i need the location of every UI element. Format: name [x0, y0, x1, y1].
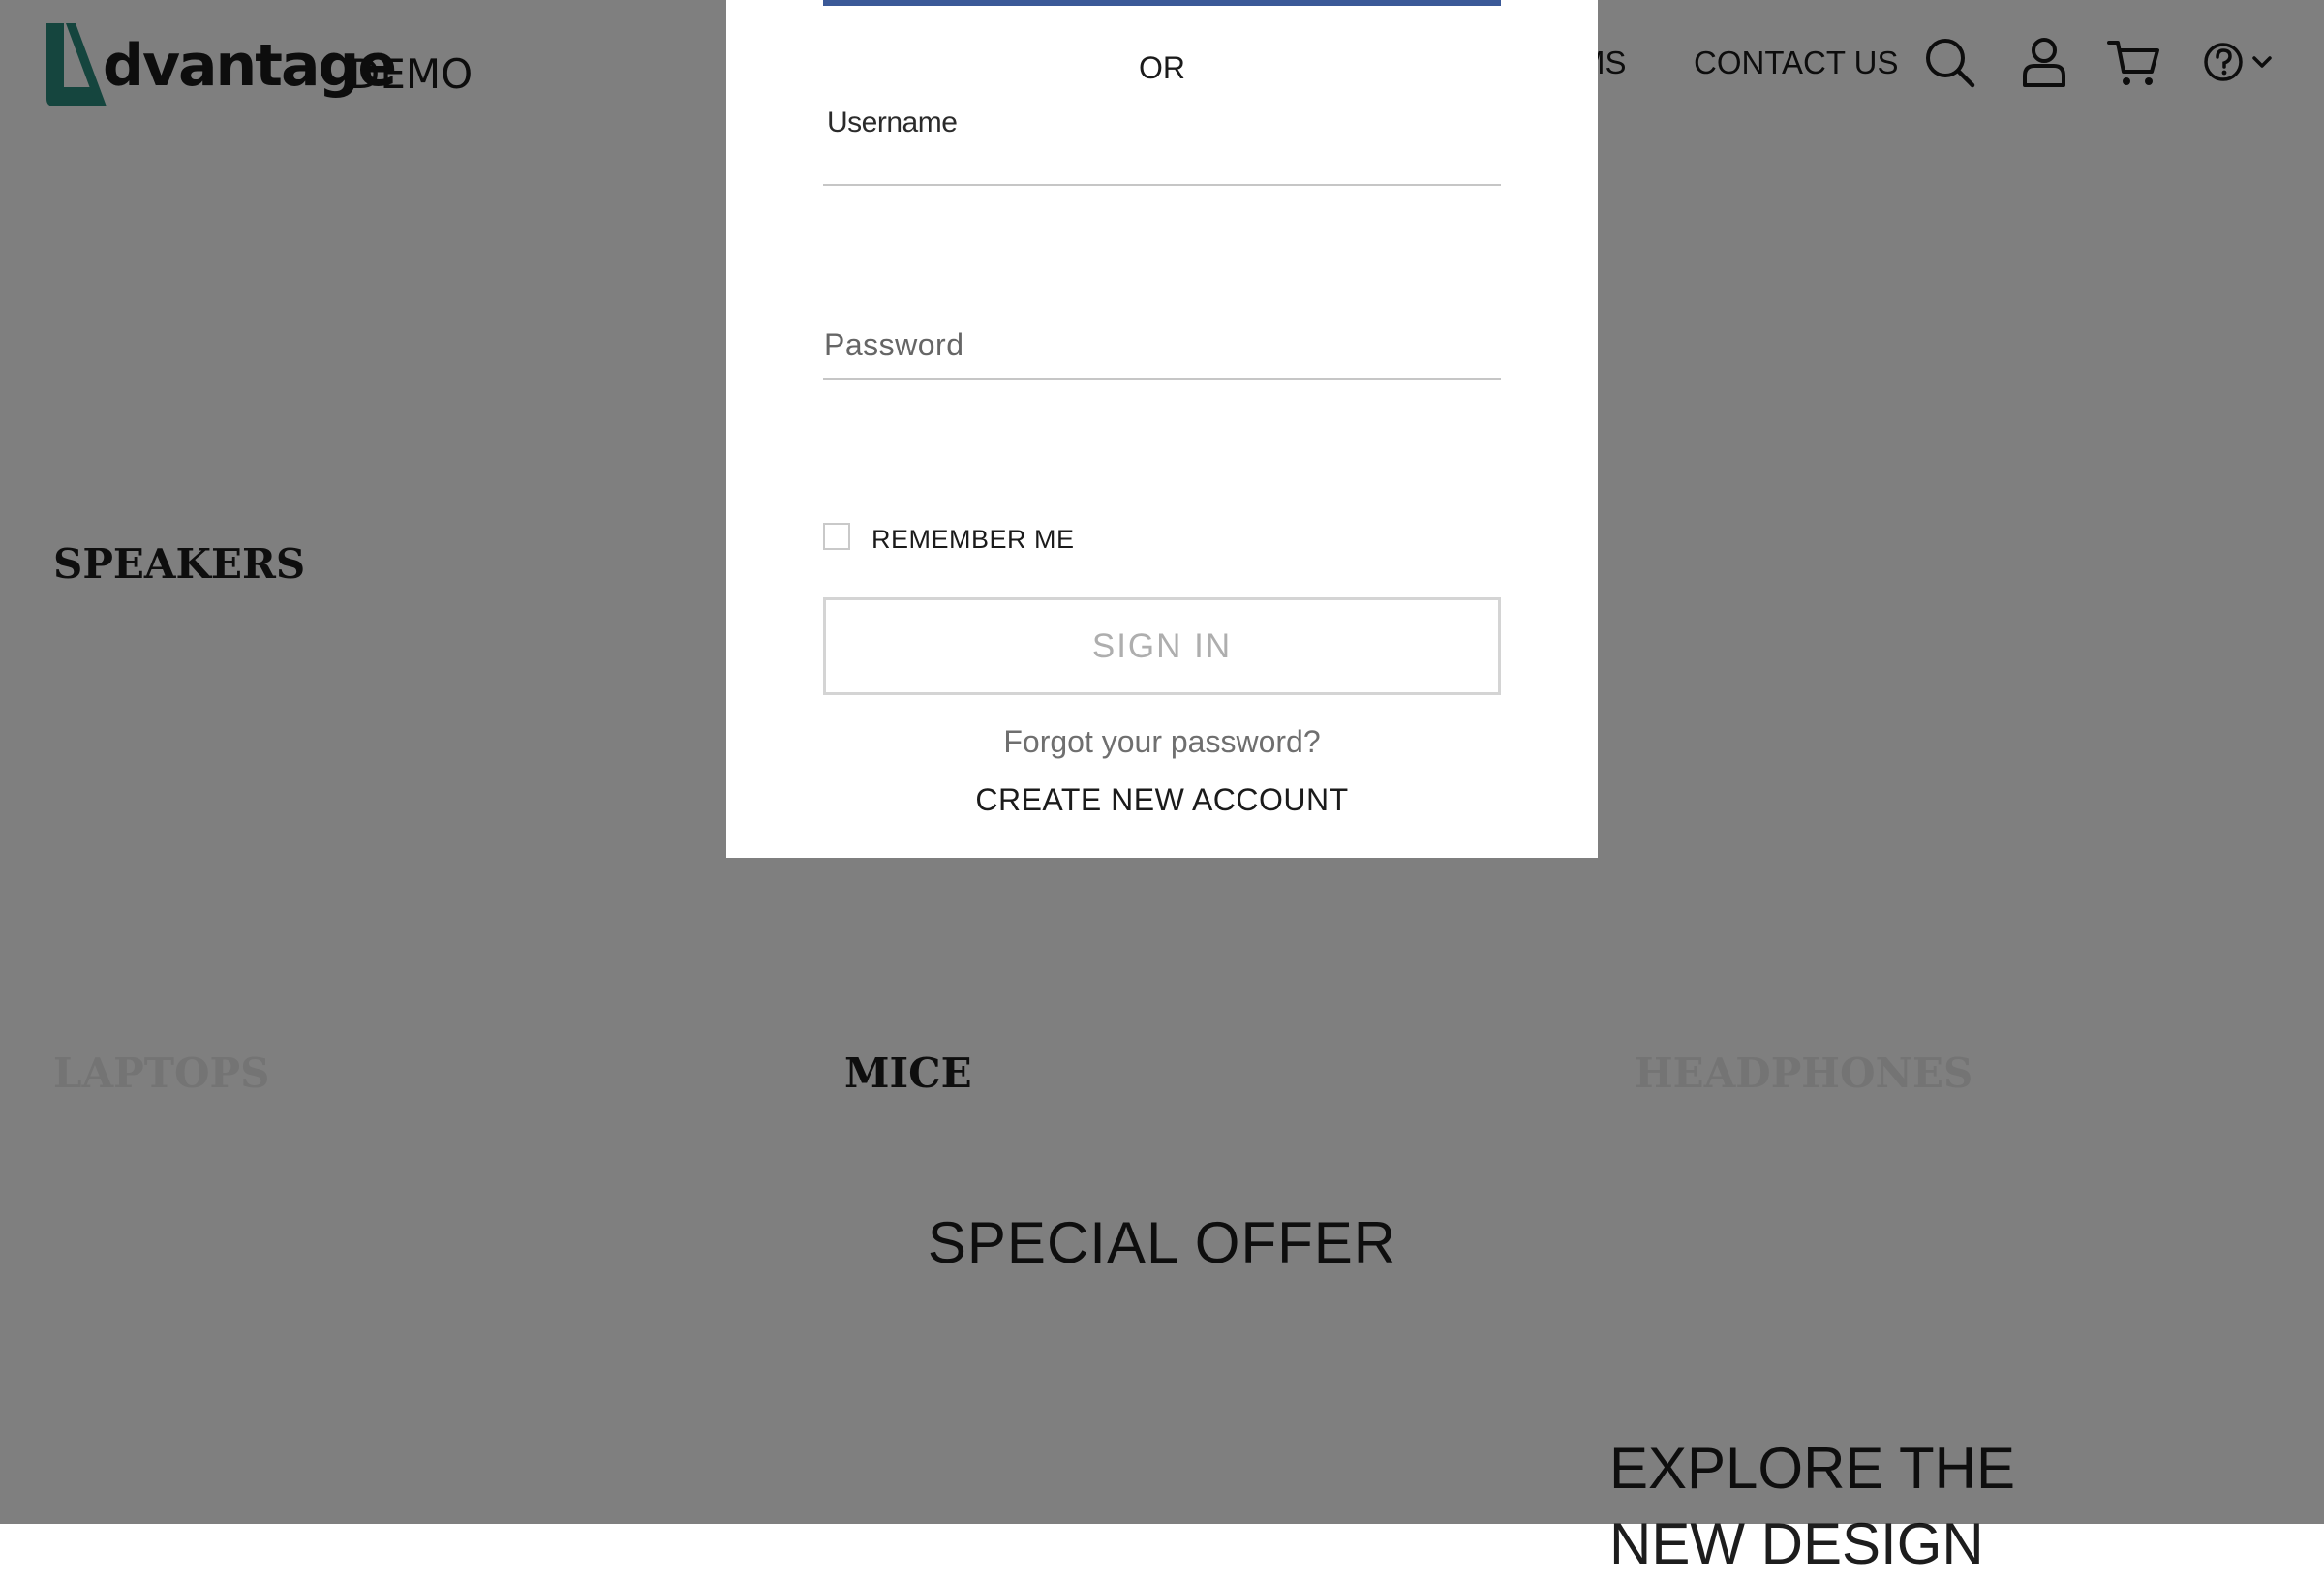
- login-modal: OR Username Password REMEMBER ME SIGN IN…: [726, 0, 1598, 858]
- password-input[interactable]: [823, 335, 1501, 380]
- remember-me-checkbox[interactable]: [823, 523, 850, 550]
- username-field: Username: [823, 101, 1501, 186]
- remember-me: REMEMBER ME: [823, 523, 1210, 556]
- username-input[interactable]: [823, 141, 1501, 186]
- remember-me-label[interactable]: REMEMBER ME: [872, 527, 1075, 553]
- password-field: Password: [823, 290, 1501, 380]
- sign-in-button[interactable]: SIGN IN: [823, 597, 1501, 695]
- or-divider: OR: [1139, 50, 1185, 85]
- create-new-account-link[interactable]: CREATE NEW ACCOUNT: [726, 784, 1598, 815]
- forgot-password-link[interactable]: Forgot your password?: [726, 726, 1598, 757]
- facebook-signin-button[interactable]: [823, 0, 1501, 6]
- username-label: Username: [827, 106, 958, 138]
